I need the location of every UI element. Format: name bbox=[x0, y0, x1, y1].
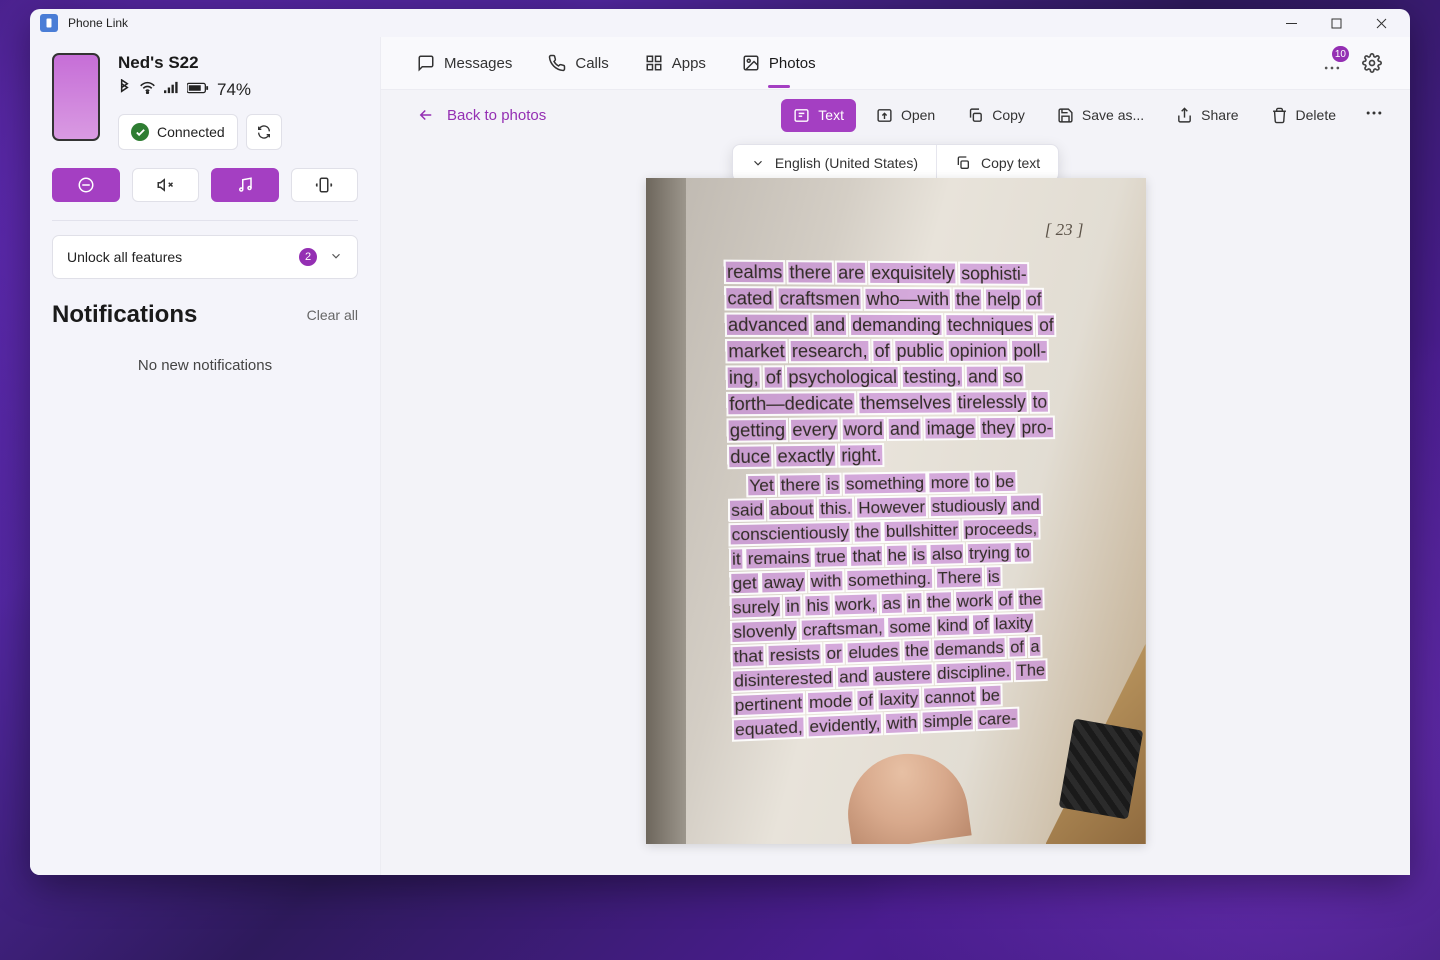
photo-image[interactable]: [ 23 ] realms there are exquisitely soph… bbox=[646, 178, 1146, 844]
ocr-language-selector[interactable]: English (United States) bbox=[733, 145, 936, 181]
mute-button[interactable] bbox=[132, 168, 200, 202]
minimize-button[interactable] bbox=[1269, 9, 1314, 37]
tab-photos[interactable]: Photos bbox=[726, 46, 832, 80]
tab-apps[interactable]: Apps bbox=[629, 46, 722, 80]
connection-status: Connected bbox=[118, 114, 238, 150]
ocr-copy-text-button[interactable]: Copy text bbox=[936, 145, 1058, 181]
battery-icon bbox=[187, 81, 209, 98]
no-notifications-text: No new notifications bbox=[52, 357, 358, 374]
overflow-button[interactable]: 10 bbox=[1314, 45, 1350, 81]
status-icons: 74% bbox=[118, 79, 282, 100]
device-summary: Ned's S22 74% Connected bbox=[52, 53, 358, 150]
page-number: [ 23 ] bbox=[1045, 220, 1084, 240]
titlebar: Phone Link bbox=[30, 9, 1410, 37]
window-controls bbox=[1269, 9, 1404, 37]
nav-tabs: Messages Calls Apps Photos 10 bbox=[381, 37, 1410, 89]
ocr-text-overlay[interactable]: realms there are exquisitely sophisti-ca… bbox=[725, 259, 1042, 743]
photo-viewer: Back to photos Text Open Copy bbox=[381, 89, 1410, 875]
clear-all-button[interactable]: Clear all bbox=[307, 307, 358, 323]
tab-messages[interactable]: Messages bbox=[401, 46, 528, 80]
ocr-toolbar: English (United States) Copy text bbox=[732, 144, 1059, 182]
photo-stage: [ 23 ] realms there are exquisitely soph… bbox=[381, 178, 1410, 875]
notifications-title: Notifications bbox=[52, 301, 307, 329]
signal-icon bbox=[164, 81, 179, 98]
app-icon bbox=[40, 14, 58, 32]
app-window: Phone Link Ned's S22 bbox=[30, 9, 1410, 875]
more-button[interactable] bbox=[1356, 95, 1392, 136]
phone-preview[interactable] bbox=[52, 53, 100, 141]
battery-percent: 74% bbox=[217, 80, 251, 100]
delete-button[interactable]: Delete bbox=[1259, 99, 1348, 132]
unlock-label: Unlock all features bbox=[67, 249, 182, 265]
cast-button[interactable] bbox=[291, 168, 359, 202]
dnd-button[interactable] bbox=[52, 168, 120, 202]
text-button[interactable]: Text bbox=[781, 99, 856, 132]
divider bbox=[52, 220, 358, 221]
copy-button[interactable]: Copy bbox=[955, 99, 1037, 132]
main-area: Messages Calls Apps Photos 10 bbox=[380, 37, 1410, 875]
unlock-badge: 2 bbox=[299, 248, 317, 266]
photo-toolbar: Back to photos Text Open Copy bbox=[381, 90, 1410, 140]
check-icon bbox=[131, 123, 149, 141]
chevron-down-icon bbox=[329, 249, 343, 266]
music-button[interactable] bbox=[211, 168, 279, 202]
maximize-button[interactable] bbox=[1314, 9, 1359, 37]
notifications-header: Notifications Clear all bbox=[52, 301, 358, 329]
overflow-badge: 10 bbox=[1332, 46, 1349, 62]
unlock-features-card[interactable]: Unlock all features 2 bbox=[52, 235, 358, 279]
window-title: Phone Link bbox=[68, 16, 128, 30]
share-button[interactable]: Share bbox=[1164, 99, 1250, 132]
tab-calls[interactable]: Calls bbox=[532, 46, 624, 80]
save-as-button[interactable]: Save as... bbox=[1045, 99, 1156, 132]
close-button[interactable] bbox=[1359, 9, 1404, 37]
back-button[interactable]: Back to photos bbox=[417, 106, 546, 124]
quick-actions bbox=[52, 168, 358, 202]
sidebar: Ned's S22 74% Connected bbox=[30, 37, 380, 875]
settings-button[interactable] bbox=[1354, 45, 1390, 81]
device-name: Ned's S22 bbox=[118, 53, 282, 73]
refresh-button[interactable] bbox=[246, 114, 282, 150]
wifi-icon bbox=[139, 81, 156, 98]
bluetooth-icon bbox=[118, 79, 131, 100]
open-button[interactable]: Open bbox=[864, 99, 947, 132]
